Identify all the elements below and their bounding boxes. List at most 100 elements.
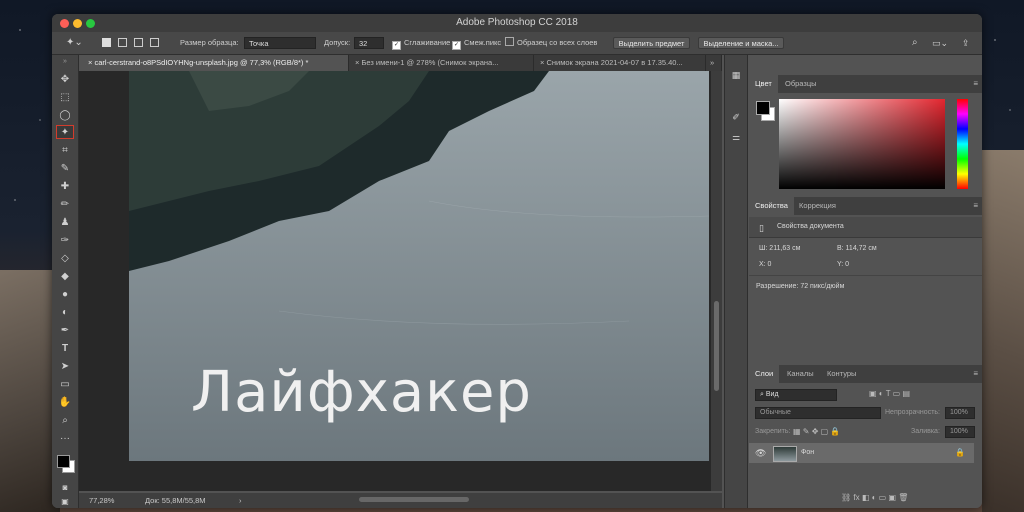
overlay-text: Лайфхакер bbox=[191, 360, 532, 425]
options-bar: ✦⌄ Размер образца: Точка Допуск: 32 ✓ Сгл… bbox=[52, 32, 982, 55]
contiguous-checkbox[interactable]: ✓ Смеж.пикс bbox=[452, 37, 501, 50]
screen-mode-icon[interactable]: ▣ bbox=[56, 495, 74, 508]
eyedropper-tool-icon[interactable]: ✎ bbox=[56, 162, 74, 176]
tab-document-3[interactable]: × Снимок экрана 2021-04-07 в 17.35.40... bbox=[534, 55, 706, 71]
hue-slider[interactable] bbox=[957, 99, 968, 189]
blur-tool-icon[interactable]: ● bbox=[56, 288, 74, 302]
tab-close-icon[interactable]: × bbox=[355, 58, 359, 67]
zoom-tool-icon[interactable]: ⌕ bbox=[56, 414, 74, 428]
stamp-tool-icon[interactable]: ♟ bbox=[56, 216, 74, 230]
select-mask-button[interactable]: Выделение и маска... bbox=[698, 37, 784, 49]
layer-filter-select[interactable]: ⌕ Вид bbox=[755, 389, 837, 401]
scroll-thumb[interactable] bbox=[714, 301, 719, 391]
horizontal-scrollbar[interactable] bbox=[359, 497, 469, 502]
all-layers-label: Образец со всех слоев bbox=[517, 38, 598, 47]
paint-bucket-icon[interactable]: ◆ bbox=[56, 270, 74, 284]
path-select-icon[interactable]: ➤ bbox=[56, 360, 74, 374]
eye-icon[interactable]: 👁 bbox=[755, 448, 766, 459]
search-icon[interactable]: ⌕ bbox=[912, 37, 918, 49]
rectangle-tool-icon[interactable]: ▭ bbox=[56, 378, 74, 392]
magic-wand-tool-icon[interactable]: ✦ bbox=[56, 125, 74, 139]
blend-mode-select[interactable]: Обычные bbox=[755, 407, 881, 419]
magic-wand-icon[interactable]: ✦⌄ bbox=[66, 37, 83, 49]
healing-brush-icon[interactable]: ✚ bbox=[56, 180, 74, 194]
minimize-window-button[interactable] bbox=[73, 19, 82, 28]
tabs-overflow-icon[interactable]: » bbox=[706, 55, 722, 71]
collapse-icon[interactable]: » bbox=[56, 55, 74, 69]
all-layers-checkbox[interactable]: Образец со всех слоев bbox=[505, 37, 597, 49]
marquee-tool-icon[interactable]: ⬚ bbox=[56, 91, 74, 105]
tab-document-2[interactable]: × Без имени-1 @ 278% (Снимок экрана... bbox=[349, 55, 534, 71]
sample-size-select[interactable]: Точка bbox=[244, 37, 316, 49]
vertical-scrollbar[interactable] bbox=[711, 71, 722, 491]
panel-menu-icon[interactable]: ≡ bbox=[973, 369, 978, 378]
opacity-input[interactable]: 100% bbox=[945, 407, 975, 419]
new-selection-icon[interactable] bbox=[102, 38, 111, 47]
tab-label: carl-cerstrand-o8PSdIOYHNg-unsplash.jpg … bbox=[94, 58, 309, 67]
layer-row[interactable]: 👁 Фон 🔒 bbox=[749, 443, 974, 463]
fill-input[interactable]: 100% bbox=[945, 426, 975, 438]
hand-tool-icon[interactable]: ✋ bbox=[56, 396, 74, 410]
subtract-selection-icon[interactable] bbox=[134, 38, 143, 47]
tab-color[interactable]: Цвет bbox=[749, 75, 778, 93]
move-tool-icon[interactable]: ✥ bbox=[56, 73, 74, 87]
tab-properties[interactable]: Свойства bbox=[749, 197, 794, 215]
status-menu-icon[interactable]: › bbox=[239, 493, 242, 508]
layers-panel-tabs: Слои Каналы Контуры ≡ bbox=[749, 365, 982, 383]
filter-label: Вид bbox=[765, 391, 779, 398]
doc-height: В: 114,72 см bbox=[837, 245, 877, 252]
tab-paths[interactable]: Контуры bbox=[821, 365, 862, 383]
antialias-checkbox[interactable]: ✓ Сглаживание bbox=[392, 37, 450, 50]
more-tools-icon[interactable]: ··· bbox=[56, 432, 74, 446]
color-fg-swatch[interactable] bbox=[756, 101, 770, 115]
select-subject-button[interactable]: Выделить предмет bbox=[613, 37, 690, 49]
doc-props-header: ▯ Свойства документа bbox=[749, 217, 982, 238]
brush-tool-icon[interactable]: ✏ bbox=[56, 198, 74, 212]
panel-menu-icon[interactable]: ≡ bbox=[973, 201, 978, 210]
quick-mask-icon[interactable]: ◙ bbox=[56, 481, 74, 495]
maximize-window-button[interactable] bbox=[86, 19, 95, 28]
tab-layers[interactable]: Слои bbox=[749, 365, 780, 383]
close-window-button[interactable] bbox=[60, 19, 69, 28]
foreground-color-swatch[interactable] bbox=[57, 455, 70, 468]
panel-icon-strip: ▦ ✐ ⚌ bbox=[724, 55, 748, 508]
document-tabs: × carl-cerstrand-o8PSdIOYHNg-unsplash.jp… bbox=[82, 55, 722, 71]
tolerance-label: Допуск: bbox=[324, 38, 351, 47]
tolerance-input[interactable]: 32 bbox=[354, 37, 384, 49]
history-icon[interactable]: ▦ bbox=[730, 69, 742, 81]
doc-props-label: Свойства документа bbox=[777, 223, 844, 230]
layer-actions-icons[interactable]: ⛓ fx ◧ ◐ ▭ ▣ 🗑 bbox=[841, 493, 908, 502]
title-bar: Adobe Photoshop CC 2018 bbox=[52, 14, 982, 32]
layer-filter-icons[interactable]: ▣ ◐ T ▭ ▤ bbox=[869, 389, 910, 398]
adjustments-icon[interactable]: ⚌ bbox=[730, 131, 742, 143]
checkmark-icon: ✓ bbox=[452, 41, 461, 50]
photoshop-window: Adobe Photoshop CC 2018 ✦⌄ Размер образц… bbox=[52, 14, 982, 508]
document-image[interactable]: Лайфхакер bbox=[129, 71, 709, 461]
right-panels: Цвет Образцы ≡ Свойства Коррекция ≡ ▯ Св… bbox=[749, 55, 982, 508]
panel-menu-icon[interactable]: ≡ bbox=[973, 79, 978, 88]
share-icon[interactable]: ⇪ bbox=[962, 37, 970, 49]
add-selection-icon[interactable] bbox=[118, 38, 127, 47]
tab-close-icon[interactable]: × bbox=[88, 58, 92, 67]
zoom-level[interactable]: 77,28% bbox=[89, 493, 114, 508]
crop-tool-icon[interactable]: ⌗ bbox=[56, 144, 74, 158]
tab-close-icon[interactable]: × bbox=[540, 58, 544, 67]
color-picker-field[interactable] bbox=[779, 99, 945, 189]
canvas-area[interactable]: Лайфхакер bbox=[79, 71, 711, 491]
pen-tool-icon[interactable]: ✒ bbox=[56, 324, 74, 338]
lasso-tool-icon[interactable]: ◯ bbox=[56, 109, 74, 123]
eraser-tool-icon[interactable]: ◇ bbox=[56, 252, 74, 266]
intersect-selection-icon[interactable] bbox=[150, 38, 159, 47]
sample-size-label: Размер образца: bbox=[180, 38, 239, 47]
doc-size: Док: 55,8M/55,8M bbox=[145, 496, 206, 505]
tab-document-1[interactable]: × carl-cerstrand-o8PSdIOYHNg-unsplash.jp… bbox=[82, 55, 349, 71]
brush-settings-icon[interactable]: ✐ bbox=[730, 111, 742, 123]
lock-icons[interactable]: ▦ ✎ ✥ ▢ 🔒 bbox=[793, 427, 840, 436]
type-tool-icon[interactable]: T bbox=[56, 342, 74, 356]
tab-channels[interactable]: Каналы bbox=[781, 365, 820, 383]
dodge-tool-icon[interactable]: ◐ bbox=[56, 306, 74, 320]
tab-adjustments[interactable]: Коррекция bbox=[793, 197, 842, 215]
history-brush-icon[interactable]: ✑ bbox=[56, 234, 74, 248]
tab-swatches[interactable]: Образцы bbox=[779, 75, 823, 93]
workspace-icon[interactable]: ▭⌄ bbox=[932, 37, 948, 49]
